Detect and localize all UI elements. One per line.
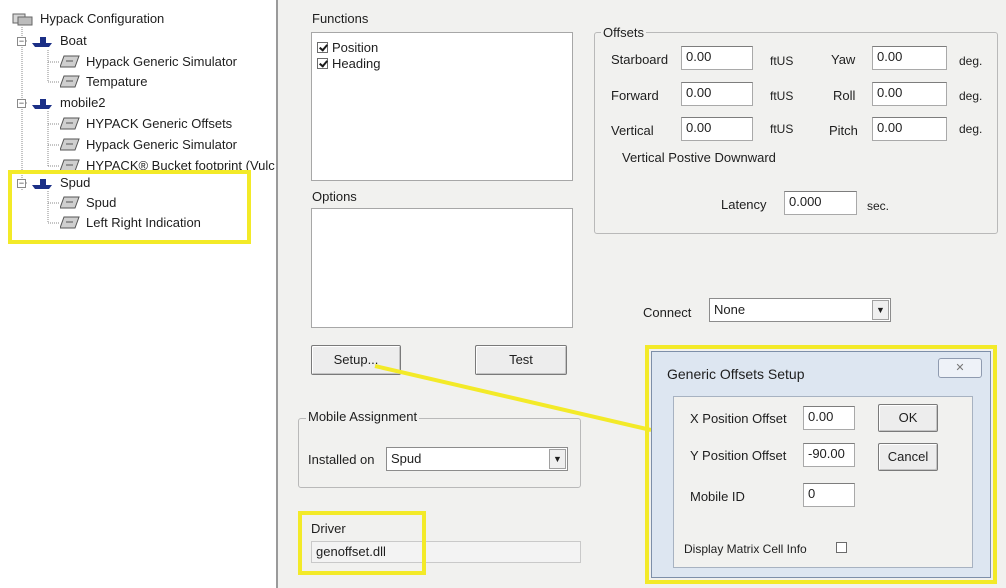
tree-item-label: HYPACK Generic Offsets	[86, 116, 233, 131]
function-label: Position	[332, 40, 379, 55]
yaw-unit: deg.	[959, 54, 983, 68]
display-matrix-checkbox[interactable]	[836, 542, 847, 553]
latency-label: Latency	[721, 197, 767, 212]
forward-unit: ftUS	[770, 89, 794, 103]
tree-item-device[interactable]: Tempature	[60, 73, 275, 91]
tree-item-device[interactable]: HYPACK Generic Offsets	[60, 115, 275, 133]
yaw-field[interactable]: 0.00	[872, 46, 947, 70]
roll-unit: deg.	[959, 89, 983, 103]
setup-button[interactable]: Setup...	[311, 345, 401, 375]
connect-value: None	[714, 302, 746, 317]
tree-item-boat[interactable]: − Boat	[17, 32, 217, 50]
collapse-icon[interactable]: −	[17, 99, 26, 108]
connect-label: Connect	[643, 305, 692, 320]
mobile-assignment-title: Mobile Assignment	[306, 409, 420, 424]
cancel-button[interactable]: Cancel	[878, 443, 938, 471]
functions-list[interactable]: Position Heading	[311, 32, 573, 181]
offsets-title: Offsets	[601, 25, 646, 40]
device-icon	[60, 117, 80, 130]
boat-icon	[32, 37, 52, 47]
mobile-id-field[interactable]: 0	[803, 483, 855, 507]
checkbox[interactable]	[317, 58, 328, 69]
tree-item-label: Boat	[60, 33, 87, 48]
y-offset-label: Y Position Offset	[690, 448, 787, 463]
forward-label: Forward	[611, 88, 659, 103]
functions-label: Functions	[312, 11, 369, 26]
starboard-label: Starboard	[611, 52, 669, 67]
options-label: Options	[312, 189, 357, 204]
installed-on-value: Spud	[391, 451, 422, 466]
vertical-unit: ftUS	[770, 122, 794, 136]
x-offset-field[interactable]: 0.00	[803, 406, 855, 430]
driver-highlight-box	[298, 511, 426, 575]
tree-item-mobile2[interactable]: − mobile2	[17, 94, 217, 112]
device-icon	[60, 55, 80, 68]
tree-item-label: Hypack Generic Simulator	[86, 54, 237, 69]
test-button[interactable]: Test	[475, 345, 567, 375]
function-label: Heading	[332, 56, 381, 71]
dialog-title: Generic Offsets Setup	[667, 366, 805, 382]
dropdown-icon[interactable]: ▼	[549, 449, 566, 469]
function-item[interactable]: Position	[317, 39, 378, 56]
display-matrix-label: Display Matrix Cell Info	[684, 542, 807, 556]
boat-icon	[32, 99, 52, 109]
vertical-field[interactable]: 0.00	[681, 117, 753, 141]
mobile-id-label: Mobile ID	[690, 489, 745, 504]
pitch-label: Pitch	[829, 123, 858, 138]
spud-highlight-box	[8, 170, 251, 244]
tree-item-label: Hypack Generic Simulator	[86, 137, 237, 152]
installed-on-select[interactable]: Spud ▼	[386, 447, 568, 471]
options-list[interactable]	[311, 208, 573, 328]
starboard-unit: ftUS	[770, 54, 794, 68]
y-offset-field[interactable]: -90.00	[803, 443, 855, 467]
forward-field[interactable]: 0.00	[681, 82, 753, 106]
device-icon	[60, 75, 80, 88]
tree-item-device[interactable]: Hypack Generic Simulator	[60, 136, 275, 154]
pitch-field[interactable]: 0.00	[872, 117, 947, 141]
installed-on-label: Installed on	[308, 452, 375, 467]
starboard-field[interactable]: 0.00	[681, 46, 753, 70]
yaw-label: Yaw	[831, 52, 856, 67]
connect-select[interactable]: None ▼	[709, 298, 891, 322]
configuration-tree[interactable]: Hypack Configuration − Boat Hypack Gener…	[0, 0, 278, 588]
roll-label: Roll	[833, 88, 856, 103]
tree-root[interactable]: Hypack Configuration	[12, 10, 252, 28]
latency-unit: sec.	[867, 199, 890, 213]
dropdown-icon[interactable]: ▼	[872, 300, 889, 320]
roll-field[interactable]: 0.00	[872, 82, 947, 106]
ok-button[interactable]: OK	[878, 404, 938, 432]
vertical-label: Vertical	[611, 123, 654, 138]
configuration-icon	[12, 13, 33, 26]
collapse-icon[interactable]: −	[17, 37, 26, 46]
checkbox[interactable]	[317, 42, 328, 53]
device-icon	[60, 138, 80, 151]
latency-field[interactable]: 0.000	[784, 191, 857, 215]
pitch-unit: deg.	[959, 122, 983, 136]
close-icon[interactable]: ✕	[938, 358, 982, 378]
tree-item-label: mobile2	[60, 95, 106, 110]
x-offset-label: X Position Offset	[690, 411, 787, 426]
vertical-note: Vertical Postive Downward	[622, 150, 776, 165]
tree-item-device[interactable]: Hypack Generic Simulator	[60, 53, 275, 71]
tree-item-label: Tempature	[86, 74, 148, 89]
tree-root-label: Hypack Configuration	[40, 11, 165, 26]
function-item[interactable]: Heading	[317, 55, 380, 72]
dialog-body: X Position Offset 0.00 Y Position Offset…	[673, 396, 973, 568]
generic-offsets-dialog: Generic Offsets Setup ✕ X Position Offse…	[651, 351, 991, 578]
